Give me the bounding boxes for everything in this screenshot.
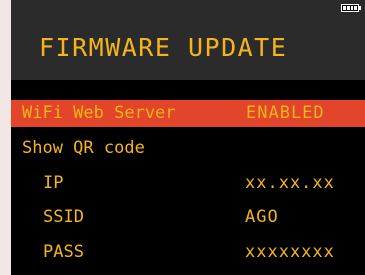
- info-row-pass: PASS xxxxxxxx: [11, 239, 365, 266]
- device-screen: FIRMWARE UPDATE WiFi Web Server ENABLED …: [11, 0, 365, 275]
- show-qr-code-label: Show QR code: [22, 138, 145, 158]
- battery-full-icon: [341, 4, 359, 12]
- pass-label: PASS: [43, 242, 84, 262]
- info-row-ssid: SSID AGO: [11, 204, 365, 231]
- info-row-ip: IP xx.xx.xx: [11, 170, 365, 197]
- battery-tip: [359, 6, 361, 10]
- ip-label: IP: [43, 173, 64, 193]
- ssid-label: SSID: [43, 207, 84, 227]
- menu-item-show-qr-code[interactable]: Show QR code: [11, 135, 365, 162]
- pass-value: xxxxxxxx: [245, 242, 335, 262]
- page-title: FIRMWARE UPDATE: [39, 33, 288, 62]
- menu-item-wifi-web-server[interactable]: WiFi Web Server ENABLED: [11, 100, 365, 127]
- ssid-value: AGO: [245, 207, 279, 227]
- wifi-web-server-label: WiFi Web Server: [22, 103, 176, 123]
- wifi-web-server-value: ENABLED: [246, 103, 325, 123]
- ip-value: xx.xx.xx: [245, 173, 335, 193]
- header-bar: FIRMWARE UPDATE: [11, 0, 365, 80]
